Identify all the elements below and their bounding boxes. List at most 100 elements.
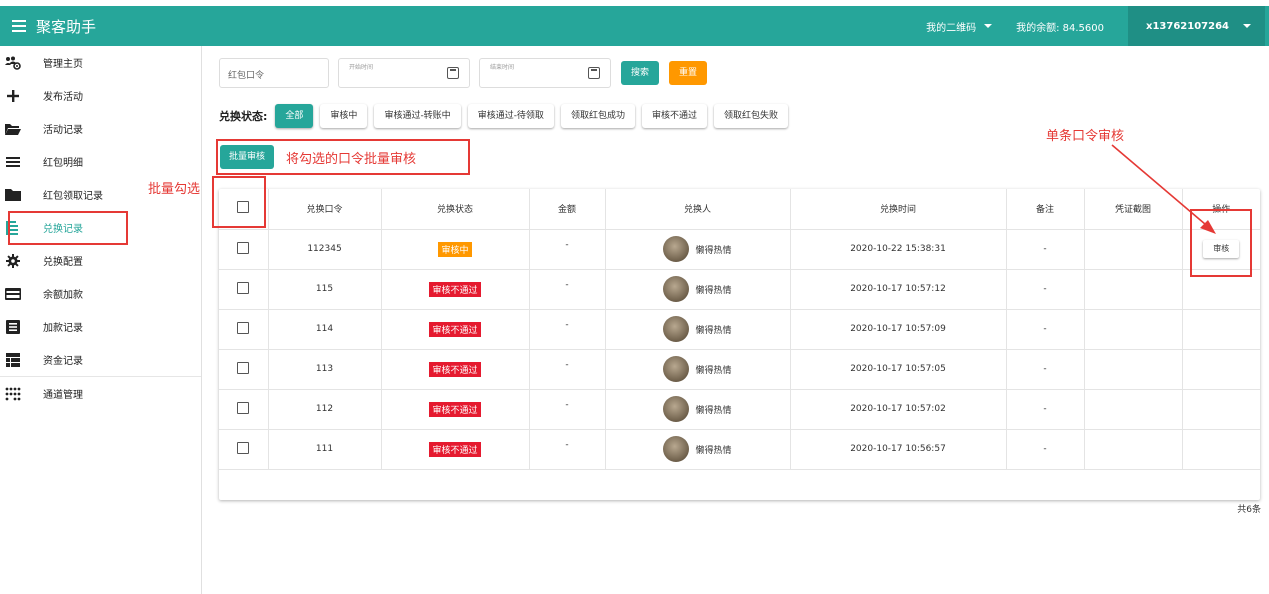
time-cell: 2020-10-17 10:57:09 (790, 309, 1007, 350)
user-menu[interactable]: x13762107264 (1128, 6, 1265, 46)
code-cell: 112345 (268, 229, 382, 270)
table-row: 112 审核不通过 - 懒得热情 2020-10-17 10:57:02 - (219, 389, 1260, 430)
column-header: 兑换口令 (268, 189, 382, 230)
status-filter-label: 兑换状态: (219, 110, 268, 123)
calendar-icon[interactable] (447, 67, 459, 79)
end-time-input[interactable]: 结束时间 (479, 58, 611, 88)
calendar-icon[interactable] (588, 67, 600, 79)
code-input[interactable]: 红包口令 (219, 58, 329, 88)
note-cell: - (1006, 429, 1085, 470)
status-badge: 审核不通过 (429, 321, 481, 337)
filter-bar: 红包口令 开始时间 结束时间 搜索 重置 (219, 58, 708, 88)
row-checkbox[interactable] (237, 441, 250, 454)
sidebar-item-balance-topup[interactable]: 余额加款 (0, 277, 201, 310)
sidebar-item-topup-records[interactable]: 加款记录 (0, 310, 201, 343)
row-checkbox[interactable] (237, 361, 250, 374)
person-name: 懒得热情 (695, 325, 732, 336)
avatar (663, 276, 690, 302)
sidebar-item-activity-records[interactable]: 活动记录 (0, 112, 201, 145)
sidebar-item-exchange-config[interactable]: 兑换配置 (0, 244, 201, 277)
sidebar-item-label: 余额加款 (43, 290, 83, 301)
avatar (663, 356, 690, 382)
search-button[interactable]: 搜索 (621, 61, 660, 85)
column-header: 兑换时间 (790, 189, 1007, 230)
amount-cell: - (565, 360, 569, 370)
sidebar-item-redpacket-detail[interactable]: 红包明细 (0, 145, 201, 178)
start-time-input[interactable]: 开始时间 (338, 58, 470, 88)
row-checkbox[interactable] (237, 401, 250, 414)
code-cell: 113 (268, 349, 382, 390)
person-name: 懒得热情 (695, 365, 732, 376)
menu-icon[interactable] (12, 20, 28, 32)
annotation-box-select-all (212, 176, 266, 228)
column-header: 兑换人 (605, 189, 791, 230)
note-cell: - (1006, 389, 1085, 430)
avatar (663, 316, 690, 342)
sidebar-item-fund-records[interactable]: 资金记录 (0, 343, 201, 376)
chevron-down-icon (1243, 24, 1251, 28)
code-cell: 114 (268, 309, 382, 350)
screenshot-cell (1084, 309, 1183, 350)
annotation-box-review (1190, 209, 1252, 277)
note-cell: - (1006, 229, 1085, 270)
screenshot-cell (1084, 269, 1183, 310)
sidebar: 管理主页 发布活动 活动记录 红包明细 红包领取记录 兑换记录 兑换配置 余额加… (0, 46, 202, 594)
status-option-claim-success[interactable]: 领取红包成功 (560, 104, 635, 128)
note-cell: - (1006, 349, 1085, 390)
action-cell (1182, 349, 1260, 390)
card-icon (5, 286, 21, 302)
top-bar: 聚客助手 我的二维码 我的余额: 84.5600 x13762107264 (0, 6, 1269, 46)
sidebar-item-label: 加款记录 (43, 323, 83, 334)
status-badge: 审核不通过 (429, 361, 481, 377)
sidebar-item-dashboard[interactable]: 管理主页 (0, 46, 201, 79)
status-option-pending[interactable]: 审核中 (320, 104, 368, 128)
qr-code-menu[interactable]: 我的二维码 (926, 19, 993, 34)
sidebar-item-label: 资金记录 (43, 356, 83, 367)
sidebar-item-label: 活动记录 (43, 125, 83, 136)
avatar (663, 396, 690, 422)
status-option-rejected[interactable]: 审核不通过 (641, 104, 707, 128)
status-option-approved-waiting[interactable]: 审核通过-待领取 (467, 104, 554, 128)
end-time-placeholder: 结束时间 (490, 64, 515, 71)
total-count: 共6条 (1237, 505, 1261, 515)
action-cell (1182, 429, 1260, 470)
folder-icon (5, 187, 21, 203)
row-checkbox[interactable] (237, 241, 250, 254)
status-option-claim-failed[interactable]: 领取红包失败 (713, 104, 788, 128)
screenshot-cell (1084, 429, 1183, 470)
amount-cell: - (565, 240, 569, 250)
status-badge: 审核不通过 (429, 401, 481, 417)
amount-cell: - (565, 440, 569, 450)
username: x13762107264 (1146, 20, 1229, 32)
status-option-all[interactable]: 全部 (275, 104, 314, 128)
sidebar-item-publish[interactable]: 发布活动 (0, 79, 201, 112)
status-badge: 审核不通过 (429, 441, 481, 457)
avatar (663, 236, 690, 262)
sidebar-item-channel-management[interactable]: 通道管理 (0, 377, 201, 410)
reset-button[interactable]: 重置 (669, 61, 708, 85)
status-badge: 审核不通过 (429, 281, 481, 297)
column-header: 金额 (529, 189, 606, 230)
annotation-batch-review: 将勾选的口令批量审核 (286, 152, 417, 167)
table-row: 115 审核不通过 - 懒得热情 2020-10-17 10:57:12 - (219, 269, 1260, 310)
amount-cell: - (565, 320, 569, 330)
person-name: 懒得热情 (695, 405, 732, 416)
app-title: 聚客助手 (36, 17, 97, 36)
column-header: 备注 (1006, 189, 1085, 230)
annotation-batch-select: 批量勾选 (148, 182, 201, 197)
row-checkbox[interactable] (237, 321, 250, 334)
annotation-box-nav (8, 211, 128, 245)
plus-icon (5, 88, 21, 104)
action-cell (1182, 389, 1260, 430)
list-box-icon (5, 319, 21, 335)
person-name: 懒得热情 (695, 445, 732, 456)
row-checkbox[interactable] (237, 281, 250, 294)
person-name: 懒得热情 (695, 285, 732, 296)
action-cell (1182, 309, 1260, 350)
sidebar-item-label: 管理主页 (43, 59, 83, 70)
time-cell: 2020-10-17 10:57:12 (790, 269, 1007, 310)
amount-cell: - (565, 280, 569, 290)
status-option-approved-transferring[interactable]: 审核通过-转账中 (374, 104, 461, 128)
note-cell: - (1006, 269, 1085, 310)
time-cell: 2020-10-17 10:57:02 (790, 389, 1007, 430)
